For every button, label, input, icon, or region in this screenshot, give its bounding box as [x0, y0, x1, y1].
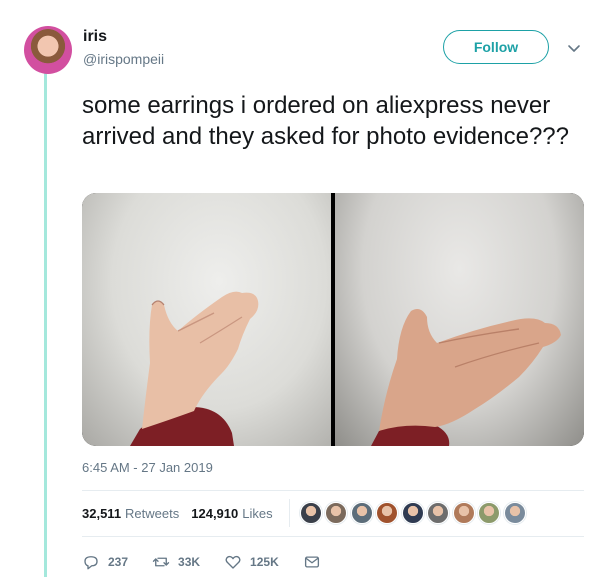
tweet-media[interactable] — [82, 193, 584, 446]
heart-icon — [225, 555, 241, 569]
thread-line — [44, 72, 47, 577]
chevron-down-icon[interactable] — [566, 40, 582, 56]
reply-icon — [84, 556, 98, 570]
author-handle[interactable]: @irispompeii — [83, 51, 164, 67]
tweet-stats: 32,511 Retweets 124,910 Likes — [82, 492, 584, 534]
liker-avatar[interactable] — [376, 502, 399, 524]
tweet-text: some earrings i ordered on aliexpress ne… — [82, 92, 569, 150]
retweet-count: 33K — [178, 555, 201, 569]
tweet-actions: 237 33K 125K — [82, 550, 353, 574]
liker-avatar[interactable] — [503, 502, 526, 524]
tweet-timestamp[interactable]: 6:45 AM - 27 Jan 2019 — [82, 460, 213, 475]
liker-avatar[interactable] — [478, 502, 501, 524]
retweet-icon — [152, 557, 170, 567]
photo-right[interactable] — [335, 193, 584, 446]
like-button[interactable]: 125K — [224, 553, 279, 571]
retweets-stat[interactable]: 32,511 Retweets — [82, 506, 179, 521]
avatar[interactable] — [24, 26, 72, 74]
retweet-button[interactable]: 33K — [152, 553, 200, 571]
photo-left[interactable] — [82, 193, 331, 446]
likes-stat[interactable]: 124,910 Likes — [191, 506, 272, 521]
envelope-icon — [304, 556, 319, 568]
liker-avatar[interactable] — [401, 502, 424, 524]
stats-divider — [288, 499, 290, 527]
likes-count: 124,910 — [191, 505, 239, 521]
liker-avatar[interactable] — [325, 502, 348, 524]
retweets-label: Retweets — [125, 505, 180, 521]
direct-message-button[interactable] — [303, 553, 329, 571]
likes-label: Likes — [242, 505, 273, 521]
liker-avatar[interactable] — [299, 502, 322, 524]
reply-count: 237 — [108, 555, 129, 569]
liker-avatar[interactable] — [350, 502, 373, 524]
liker-avatars — [299, 502, 530, 524]
divider-top — [82, 490, 584, 491]
like-count: 125K — [250, 555, 279, 569]
reply-button[interactable]: 237 — [82, 553, 128, 571]
author-name[interactable]: iris — [83, 28, 107, 46]
liker-avatar[interactable] — [452, 502, 475, 524]
follow-button[interactable]: Follow — [443, 30, 549, 64]
divider-bottom — [82, 536, 584, 537]
liker-avatar[interactable] — [427, 502, 450, 524]
retweets-count: 32,511 — [82, 505, 122, 521]
